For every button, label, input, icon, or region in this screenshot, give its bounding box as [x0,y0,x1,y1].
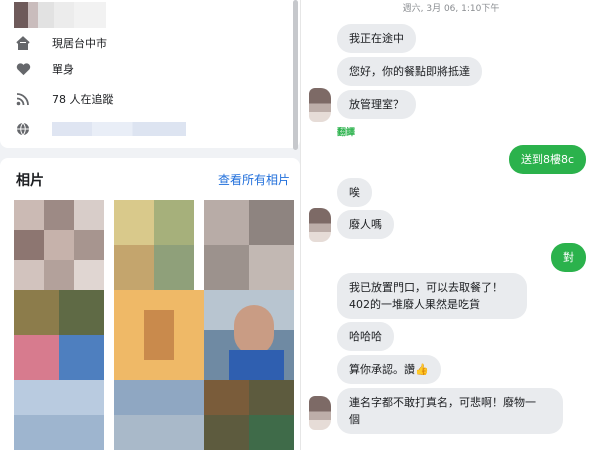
incoming-message[interactable]: 我正在途中 [337,24,416,53]
photo-thumbnail[interactable] [114,200,194,290]
incoming-message[interactable]: 您好，你的餐點即將抵達 [337,57,482,86]
intro-website-row[interactable] [14,118,186,140]
sender-avatar[interactable] [309,396,331,430]
house-icon [14,34,32,52]
photo-thumbnail[interactable] [14,380,104,450]
translate-link[interactable]: 翻譯 [337,125,355,138]
photo-thumbnail[interactable] [114,380,204,450]
profile-panel: 現居台中市 單身 78 人在追蹤 相片 查看所有相片 [0,0,300,450]
scrollbar-thumb[interactable] [293,0,298,150]
photo-grid [14,200,294,450]
rss-icon [14,90,32,108]
message-line: 402的一堆廢人果然是吃貨 [349,298,480,311]
message-line: 個 [349,413,360,426]
outgoing-message[interactable]: 對 [551,243,586,272]
incoming-message[interactable]: 唉 [337,178,372,207]
intro-followers-row[interactable]: 78 人在追蹤 [14,88,114,110]
location-text: 現居台中市 [52,37,107,50]
followers-text: 78 人在追蹤 [52,93,114,106]
globe-icon [14,120,32,138]
outgoing-message[interactable]: 送到8樓8c [508,145,586,174]
relationship-text: 單身 [52,63,74,76]
incoming-message[interactable]: 放管理室？ [337,90,416,119]
screenshot-composite: 現居台中市 單身 78 人在追蹤 相片 查看所有相片 週六, 3月 06, 1:… [0,0,600,450]
incoming-message[interactable]: 廢人嗎 [337,210,394,239]
heart-icon [14,60,32,78]
photo-thumbnail[interactable] [204,290,294,380]
blurred-website-link[interactable] [52,122,186,136]
sender-avatar[interactable] [309,88,331,122]
blurred-profile-name [14,2,106,28]
incoming-message-multiline[interactable]: 我已放置門口，可以去取餐了！ 402的一堆廢人果然是吃貨 [337,273,527,319]
chat-panel: 週六, 3月 06, 1:10下午 我正在途中 您好，你的餐點即將抵達 放管理室… [300,0,600,450]
photos-card: 相片 查看所有相片 [0,158,300,450]
message-text: 算你承認。讚 [349,363,415,376]
photo-thumbnail[interactable] [204,380,294,450]
sender-avatar[interactable] [309,208,331,242]
intro-relationship-row: 單身 [14,58,74,80]
thumbs-up-icon: 👍 [415,363,429,376]
incoming-message-multiline[interactable]: 連名字都不敢打真名，可悲啊！廢物一 個 [337,388,563,434]
see-all-photos-link[interactable]: 查看所有相片 [218,171,290,188]
photos-title: 相片 [16,173,44,189]
photo-thumbnail[interactable] [114,290,204,380]
intro-card: 現居台中市 單身 78 人在追蹤 [0,0,300,148]
incoming-message-with-emoji[interactable]: 算你承認。讚👍 [337,355,441,384]
incoming-message[interactable]: 哈哈哈 [337,322,394,351]
photo-thumbnail[interactable] [14,290,104,380]
chat-date-separator: 週六, 3月 06, 1:10下午 [402,4,500,14]
photo-thumbnail[interactable] [204,200,294,290]
intro-location-row: 現居台中市 [14,32,107,54]
photo-thumbnail[interactable] [14,200,104,290]
message-line: 我已放置門口，可以去取餐了！ [349,281,503,294]
message-line: 連名字都不敢打真名，可悲啊！廢物一 [349,396,536,409]
